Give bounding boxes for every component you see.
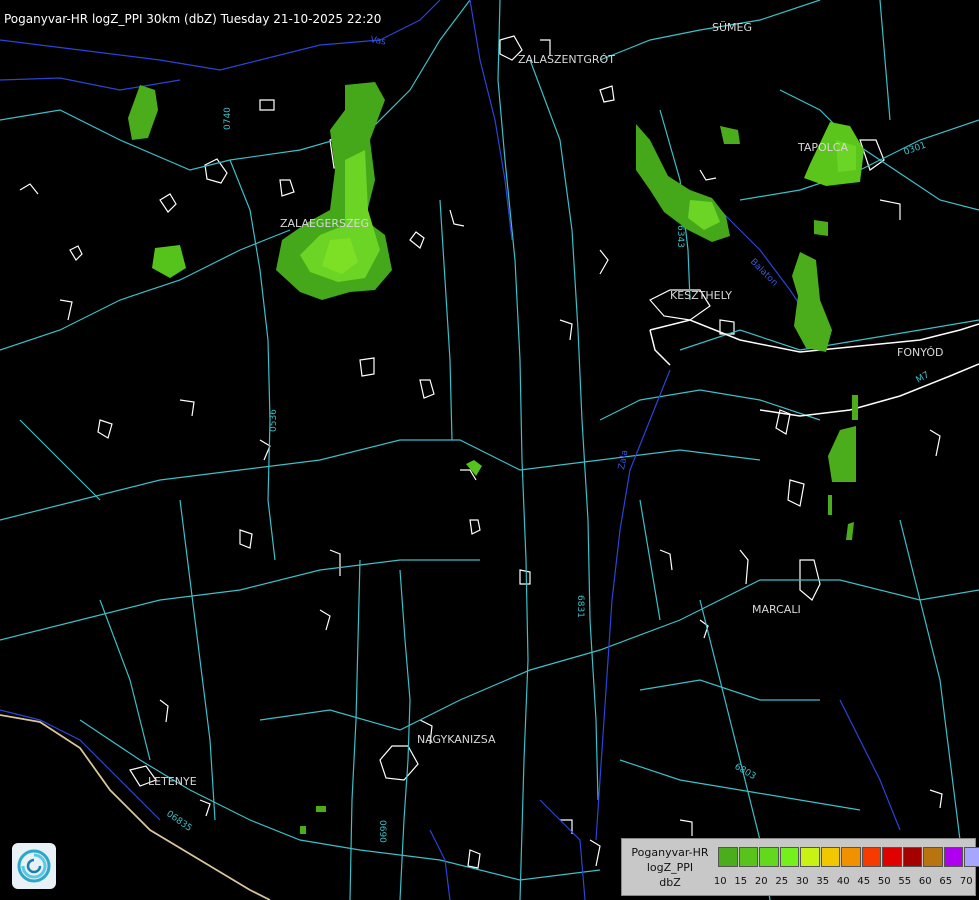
legend-swatch (759, 847, 779, 867)
legend-swatch (738, 847, 758, 867)
road-label-6343: 6343 (675, 225, 685, 248)
legend-tick: 60 (918, 876, 932, 887)
place-letenye: LETENYE (148, 775, 197, 788)
legend-tick: 55 (898, 876, 912, 887)
legend-color-scale (718, 847, 979, 867)
provider-logo (12, 843, 56, 889)
swirl-logo-icon (17, 849, 51, 883)
legend-swatch (718, 847, 738, 867)
place-keszthely: KESZTHELY (670, 289, 732, 302)
place-zalaegerszeg: ZALAEGERSZEG (280, 217, 369, 230)
legend-swatch (779, 847, 799, 867)
legend-tick: 35 (816, 876, 830, 887)
legend-swatch (902, 847, 922, 867)
legend-tick-labels: 10 15 20 25 30 35 40 45 50 55 60 65 70 (710, 876, 977, 887)
legend-tick: 30 (795, 876, 809, 887)
legend-tick: 25 (775, 876, 789, 887)
radar-map[interactable]: SÜMEG ZALASZENTGRÓT TAPOLCA ZALAEGERSZEG… (0, 0, 979, 900)
road-label-0740: 0740 (223, 107, 233, 130)
road-label-6831: 6831 (575, 595, 585, 618)
legend-unit: dbZ (659, 876, 681, 889)
legend-tick: 40 (836, 876, 850, 887)
legend-swatch (943, 847, 963, 867)
place-zalaszentgrot: ZALASZENTGRÓT (518, 53, 615, 66)
legend-swatch (861, 847, 881, 867)
legend-swatch (923, 847, 943, 867)
legend-labels: Poganyvar-HR logZ_PPI dbZ (624, 845, 716, 890)
road-label-0536: 0536 (269, 409, 279, 432)
legend-tick: 45 (857, 876, 871, 887)
legend-swatch (882, 847, 902, 867)
legend-tick: 10 (713, 876, 727, 887)
place-marcali: MARCALI (752, 603, 801, 616)
place-nagykanizsa: NAGYKANIZSA (417, 733, 496, 746)
legend-swatch (800, 847, 820, 867)
legend-swatch (820, 847, 840, 867)
radar-title: Poganyvar-HR logZ_PPI 30km (dbZ) Tuesday… (4, 12, 382, 26)
legend-radar-name: Poganyvar-HR (631, 846, 709, 859)
legend-product: logZ_PPI (646, 861, 694, 874)
legend-swatch (841, 847, 861, 867)
road-label-0690: 0690 (377, 820, 387, 843)
legend-swatch (964, 847, 979, 867)
legend-tick: 15 (734, 876, 748, 887)
place-fonyod: FONYÓD (897, 346, 943, 359)
place-sumeg: SÜMEG (712, 21, 752, 34)
legend-tick: 65 (939, 876, 953, 887)
place-tapolca: TAPOLCA (797, 141, 848, 154)
legend-tick: 20 (754, 876, 768, 887)
dbz-legend: Poganyvar-HR logZ_PPI dbZ 10 15 20 25 30 35 40… (621, 838, 979, 896)
legend-tick: 70 (959, 876, 973, 887)
legend-tick: 50 (877, 876, 891, 887)
